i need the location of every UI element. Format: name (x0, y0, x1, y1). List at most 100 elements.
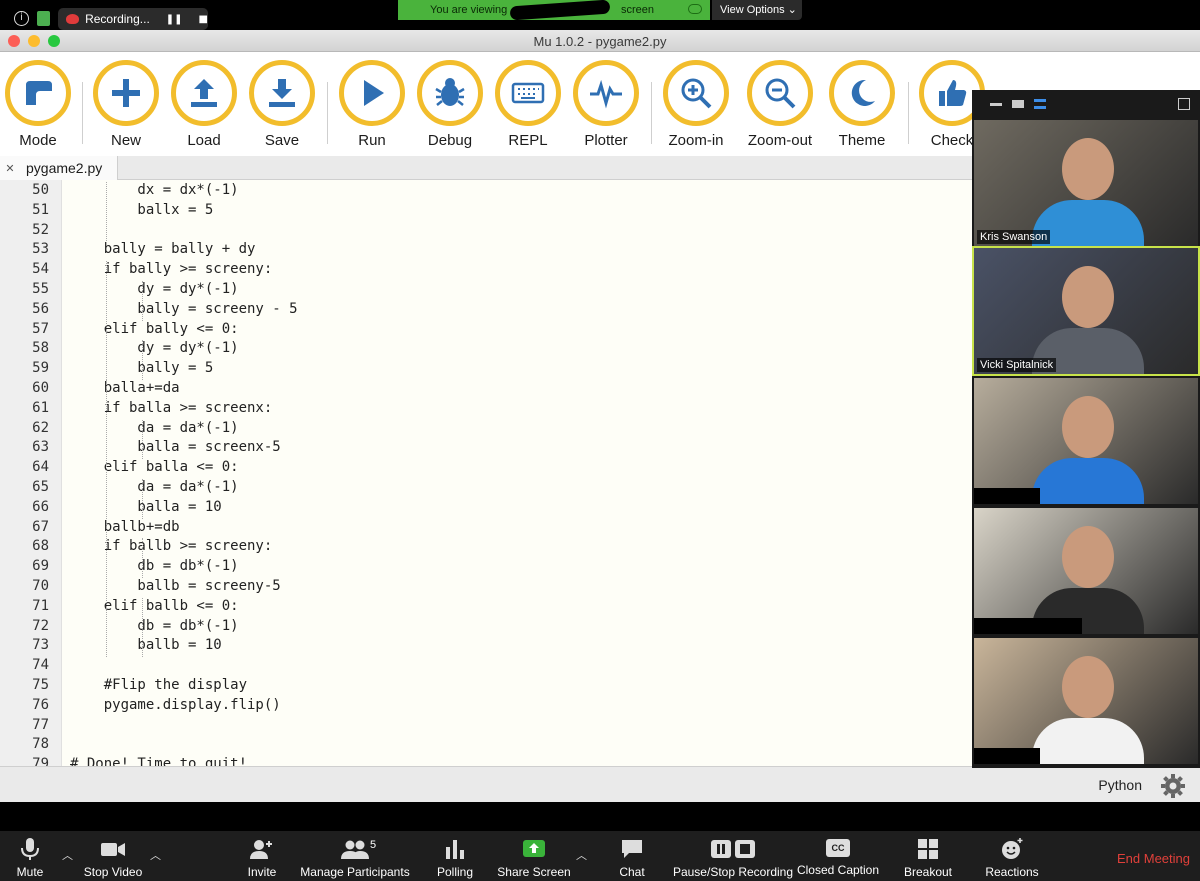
single-view-icon[interactable] (1012, 100, 1024, 108)
code-line: ballx = 5 (70, 201, 214, 218)
participant-video-tile[interactable] (974, 378, 1198, 504)
participant-video-tile[interactable] (974, 638, 1198, 764)
chat-button[interactable]: Chat (610, 837, 654, 879)
line-number: 77 (32, 716, 49, 733)
toolbar-separator (327, 82, 328, 144)
bar-chart-icon (446, 840, 464, 859)
theme-button[interactable]: Theme (824, 60, 900, 152)
debug-button[interactable]: Debug (412, 60, 488, 152)
plotter-button[interactable]: Plotter (568, 60, 644, 152)
zoom-out-icon (765, 78, 796, 109)
indent-guide (106, 261, 107, 380)
line-number: 69 (32, 558, 49, 575)
line-number: 56 (32, 300, 49, 317)
file-tab[interactable]: ✕ pygame2.py (0, 156, 118, 180)
grid-icon (918, 839, 938, 859)
line-number: 71 (32, 597, 49, 614)
run-button[interactable]: Run (334, 60, 410, 152)
gear-icon[interactable] (1160, 773, 1186, 799)
pause-icon[interactable]: ❚❚ (166, 14, 183, 25)
close-tab-icon[interactable]: ✕ (0, 162, 20, 175)
polling-button[interactable]: Polling (432, 837, 478, 879)
line-number: 51 (32, 201, 49, 218)
code-line: elif balla <= 0: (70, 459, 239, 476)
line-number: 62 (32, 419, 49, 436)
video-camera-icon (101, 843, 125, 856)
recording-indicator[interactable]: Recording... ❚❚ ■ (58, 8, 208, 30)
toolbar-separator (82, 82, 83, 144)
participant-video-tile[interactable]: Kris Swanson (974, 120, 1198, 246)
expand-icon[interactable] (1178, 98, 1190, 110)
code-line: balla = 10 (70, 498, 222, 515)
code-line: if ballb >= screeny: (70, 538, 273, 555)
code-line: bally = screeny - 5 (70, 300, 298, 317)
participant-video-tile[interactable]: Vicki Spitalnick (972, 246, 1200, 376)
line-number: 58 (32, 340, 49, 357)
pause-stop-recording-button[interactable]: Pause/Stop Recording (672, 837, 794, 879)
code-line: pygame.display.flip() (70, 696, 281, 713)
indent-guide (142, 419, 143, 460)
save-button[interactable]: Save (244, 60, 320, 152)
indent-guide (142, 281, 143, 321)
reactions-button[interactable]: Reactions (984, 837, 1040, 879)
closed-caption-button[interactable]: CC Closed Caption (796, 837, 880, 877)
audio-options-caret[interactable]: ︿ (62, 847, 73, 863)
line-number: 57 (32, 320, 49, 337)
redacted-name (974, 748, 1040, 764)
participant-video-tile[interactable] (974, 508, 1198, 634)
add-person-icon (250, 840, 272, 859)
zoom-out-button[interactable]: Zoom-out (742, 60, 818, 152)
repl-button[interactable]: REPL (490, 60, 566, 152)
mode-icon (26, 81, 52, 105)
code-line: balla = screenx-5 (70, 439, 281, 456)
mode-button[interactable]: Mode (0, 60, 76, 152)
indent-guide (142, 479, 143, 519)
indent-guide (142, 538, 143, 578)
indent-guide (106, 380, 107, 658)
stop-icon[interactable]: ■ (199, 14, 208, 25)
minimize-icon[interactable] (990, 102, 1002, 106)
strip-view-icon[interactable] (1034, 99, 1046, 109)
window-title: Mu 1.0.2 - pygame2.py (533, 34, 667, 49)
upload-icon (191, 79, 217, 107)
toolbar-separator (651, 82, 652, 144)
screen: i Recording... ❚❚ ■ You are viewing scre… (0, 0, 1200, 881)
info-icon[interactable]: i (14, 11, 29, 26)
participant-count: 5 (370, 839, 377, 851)
zoom-in-button[interactable]: Zoom-in (658, 60, 734, 152)
participants-icon (341, 840, 369, 859)
keyboard-icon (511, 82, 545, 104)
indent-guide (142, 597, 143, 658)
line-number: 61 (32, 399, 49, 416)
code-line: db = db*(-1) (70, 617, 239, 634)
manage-participants-button[interactable]: 5 Manage Participants (300, 837, 410, 879)
person-silhouette (1062, 526, 1114, 588)
share-screen-button[interactable]: Share Screen (494, 837, 574, 879)
breakout-rooms-button[interactable]: Breakout Rooms (884, 837, 972, 881)
video-options-caret[interactable]: ︿ (150, 847, 161, 863)
load-button[interactable]: Load (166, 60, 242, 152)
new-button[interactable]: New (88, 60, 164, 152)
system-icons: i (14, 11, 50, 26)
code-line: dx = dx*(-1) (70, 182, 239, 198)
line-number: 67 (32, 518, 49, 535)
person-torso (1032, 458, 1144, 504)
invite-button[interactable]: Invite (240, 837, 284, 879)
plus-icon (112, 79, 140, 107)
bug-icon (435, 78, 465, 106)
line-number: 65 (32, 479, 49, 495)
stop-video-button[interactable]: Stop Video (80, 837, 146, 879)
tab-filename: pygame2.py (26, 160, 103, 176)
mode-indicator[interactable]: Python (1098, 777, 1142, 793)
window-titlebar: Mu 1.0.2 - pygame2.py (0, 30, 1200, 52)
end-meeting-button[interactable]: End Meeting (1117, 851, 1190, 866)
line-number: 79 (32, 756, 49, 766)
person-torso (1032, 718, 1144, 764)
share-options-caret[interactable]: ︿ (576, 847, 587, 863)
share-screen-icon (523, 840, 545, 857)
mute-button[interactable]: Mute (8, 837, 52, 879)
view-options-button[interactable]: View Options ⌄ (712, 0, 802, 20)
line-number: 53 (32, 241, 49, 258)
share-banner-text: You are viewing (430, 4, 508, 16)
line-number: 75 (32, 677, 49, 693)
